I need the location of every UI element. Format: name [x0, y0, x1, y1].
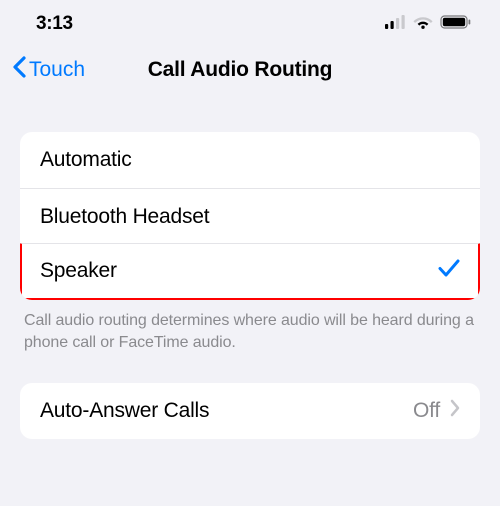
option-label: Speaker	[40, 259, 117, 283]
status-bar: 3:13	[0, 0, 500, 46]
auto-answer-label: Auto-Answer Calls	[40, 399, 209, 423]
routing-options-group: Automatic Bluetooth Headset Speaker	[20, 132, 480, 300]
option-label: Automatic	[40, 148, 132, 172]
back-button[interactable]: Touch	[12, 56, 85, 84]
cellular-icon	[385, 15, 406, 34]
battery-icon	[440, 15, 472, 34]
option-bluetooth-headset[interactable]: Bluetooth Headset	[20, 188, 480, 245]
auto-answer-value: Off	[413, 399, 440, 423]
auto-answer-row[interactable]: Auto-Answer Calls Off	[20, 383, 480, 439]
checkmark-icon	[438, 258, 460, 284]
navigation-bar: Touch Call Audio Routing	[0, 46, 500, 96]
option-automatic[interactable]: Automatic	[20, 132, 480, 188]
back-label: Touch	[29, 58, 85, 82]
footer-description: Call audio routing determines where audi…	[24, 310, 476, 353]
chevron-right-icon	[450, 399, 460, 423]
status-time: 3:13	[36, 13, 73, 35]
option-label: Bluetooth Headset	[40, 205, 209, 229]
page-title: Call Audio Routing	[148, 58, 353, 82]
row-value: Off	[413, 399, 460, 423]
auto-answer-group: Auto-Answer Calls Off	[20, 383, 480, 439]
wifi-icon	[413, 15, 433, 34]
status-icons	[385, 15, 472, 34]
option-speaker[interactable]: Speaker	[20, 243, 480, 300]
chevron-left-icon	[12, 56, 27, 84]
